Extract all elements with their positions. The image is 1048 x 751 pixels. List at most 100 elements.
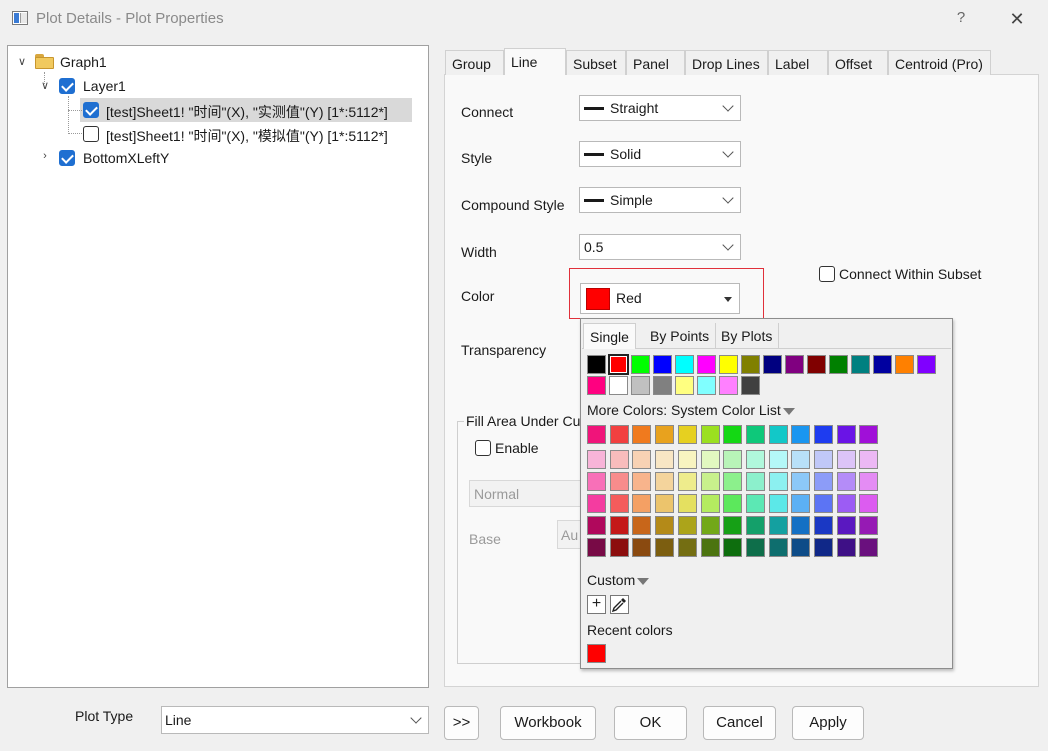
system-color-swatch[interactable] — [768, 425, 788, 444]
system-color-swatch[interactable] — [609, 538, 629, 557]
basic-color-swatch[interactable] — [719, 376, 738, 395]
system-color-swatch[interactable] — [791, 450, 811, 469]
system-color-swatch[interactable] — [587, 450, 606, 469]
system-color-swatch[interactable] — [745, 425, 765, 444]
basic-color-swatch[interactable] — [895, 355, 914, 374]
system-color-swatch[interactable] — [723, 538, 743, 557]
system-color-swatch[interactable] — [677, 494, 697, 513]
basic-color-swatch[interactable] — [829, 355, 848, 374]
system-color-swatch[interactable] — [791, 494, 811, 513]
basic-color-swatch[interactable] — [609, 376, 628, 395]
basic-color-swatch[interactable] — [608, 354, 629, 375]
tab-panel[interactable]: Panel — [626, 50, 685, 75]
system-color-swatch[interactable] — [677, 450, 697, 469]
system-color-swatch[interactable] — [655, 494, 675, 513]
expand-chevron-icon[interactable]: › — [39, 150, 51, 162]
system-color-swatch[interactable] — [632, 450, 652, 469]
system-color-swatch[interactable] — [609, 516, 629, 535]
basic-color-swatch[interactable] — [675, 376, 694, 395]
system-color-swatch[interactable] — [632, 472, 652, 491]
recent-color-swatch[interactable] — [587, 644, 606, 663]
system-color-swatch[interactable] — [836, 538, 856, 557]
eyedropper-button[interactable] — [610, 595, 629, 614]
connect-within-subset-checkbox[interactable] — [819, 266, 835, 282]
system-color-swatch[interactable] — [677, 538, 697, 557]
system-color-swatch[interactable] — [768, 538, 788, 557]
system-color-swatch[interactable] — [655, 516, 675, 535]
system-color-swatch[interactable] — [587, 425, 606, 444]
connect-dropdown[interactable]: Straight — [579, 95, 741, 121]
workbook-button[interactable]: Workbook — [500, 706, 596, 740]
tree-item-plot2[interactable]: [test]Sheet1! "时间"(X), "模拟值"(Y) [1*:5112… — [106, 126, 388, 146]
collapse-chevron-icon[interactable]: ∨ — [16, 55, 28, 68]
basic-color-swatch[interactable] — [653, 355, 672, 374]
plot-type-dropdown[interactable]: Line — [161, 706, 429, 734]
system-color-swatch[interactable] — [768, 450, 788, 469]
system-color-swatch[interactable] — [836, 472, 856, 491]
tab-label[interactable]: Label — [768, 50, 828, 75]
tab-line[interactable]: Line — [504, 48, 566, 75]
system-color-swatch[interactable] — [814, 425, 833, 444]
plot2-checkbox[interactable] — [83, 126, 99, 142]
system-color-swatch[interactable] — [723, 516, 743, 535]
tab-centroid[interactable]: Centroid (Pro) — [888, 50, 991, 75]
system-color-swatch[interactable] — [768, 494, 788, 513]
ok-button[interactable]: OK — [614, 706, 687, 740]
system-color-swatch[interactable] — [745, 538, 765, 557]
system-color-swatch[interactable] — [836, 450, 856, 469]
width-dropdown[interactable]: 0.5 — [579, 234, 741, 260]
cancel-button[interactable]: Cancel — [703, 706, 776, 740]
basic-color-swatch[interactable] — [675, 355, 694, 374]
layer1-checkbox[interactable] — [59, 78, 75, 94]
system-color-swatch[interactable] — [745, 450, 765, 469]
basic-color-swatch[interactable] — [697, 376, 716, 395]
popup-tab-single[interactable]: Single — [583, 323, 636, 349]
system-color-swatch[interactable] — [655, 450, 675, 469]
tree-item-plot1[interactable]: [test]Sheet1! "时间"(X), "实测值"(Y) [1*:5112… — [106, 102, 388, 122]
more-colors-label[interactable]: More Colors: System Color List — [587, 402, 795, 418]
system-color-swatch[interactable] — [723, 472, 743, 491]
system-color-swatch[interactable] — [745, 516, 765, 535]
system-color-swatch[interactable] — [632, 494, 652, 513]
system-color-swatch[interactable] — [587, 516, 606, 535]
system-color-swatch[interactable] — [609, 425, 629, 444]
system-color-swatch[interactable] — [791, 425, 811, 444]
close-button[interactable]: ✕ — [1006, 8, 1028, 30]
system-color-swatch[interactable] — [791, 538, 811, 557]
basic-color-swatch[interactable] — [851, 355, 870, 374]
basic-color-swatch[interactable] — [741, 355, 760, 374]
system-color-swatch[interactable] — [859, 425, 879, 444]
system-color-swatch[interactable] — [859, 450, 879, 469]
tree-item-bottomxlefty[interactable]: BottomXLeftY — [83, 150, 169, 166]
system-color-swatch[interactable] — [859, 516, 879, 535]
enable-checkbox[interactable] — [475, 440, 491, 456]
system-color-swatch[interactable] — [677, 472, 697, 491]
system-color-swatch[interactable] — [723, 450, 743, 469]
system-color-swatch[interactable] — [632, 516, 652, 535]
expand-button[interactable]: >> — [444, 706, 479, 740]
tab-subset[interactable]: Subset — [566, 50, 626, 75]
system-color-swatch[interactable] — [859, 472, 879, 491]
system-color-swatch[interactable] — [768, 472, 788, 491]
color-dropdown[interactable]: Red — [580, 283, 740, 314]
system-color-swatch[interactable] — [791, 472, 811, 491]
system-color-swatch[interactable] — [677, 516, 697, 535]
system-color-swatch[interactable] — [655, 538, 675, 557]
basic-color-swatch[interactable] — [785, 355, 804, 374]
tab-group[interactable]: Group — [445, 50, 504, 75]
system-color-swatch[interactable] — [700, 450, 720, 469]
system-color-swatch[interactable] — [814, 450, 833, 469]
help-button[interactable]: ? — [952, 9, 970, 29]
system-color-swatch[interactable] — [859, 494, 879, 513]
system-color-swatch[interactable] — [745, 494, 765, 513]
system-color-swatch[interactable] — [655, 472, 675, 491]
apply-button[interactable]: Apply — [792, 706, 864, 740]
system-color-swatch[interactable] — [814, 494, 833, 513]
basic-color-swatch[interactable] — [763, 355, 782, 374]
tab-offset[interactable]: Offset — [828, 50, 888, 75]
system-color-swatch[interactable] — [609, 450, 629, 469]
system-color-swatch[interactable] — [677, 425, 697, 444]
basic-color-swatch[interactable] — [917, 355, 936, 374]
system-color-swatch[interactable] — [836, 494, 856, 513]
system-color-swatch[interactable] — [700, 472, 720, 491]
